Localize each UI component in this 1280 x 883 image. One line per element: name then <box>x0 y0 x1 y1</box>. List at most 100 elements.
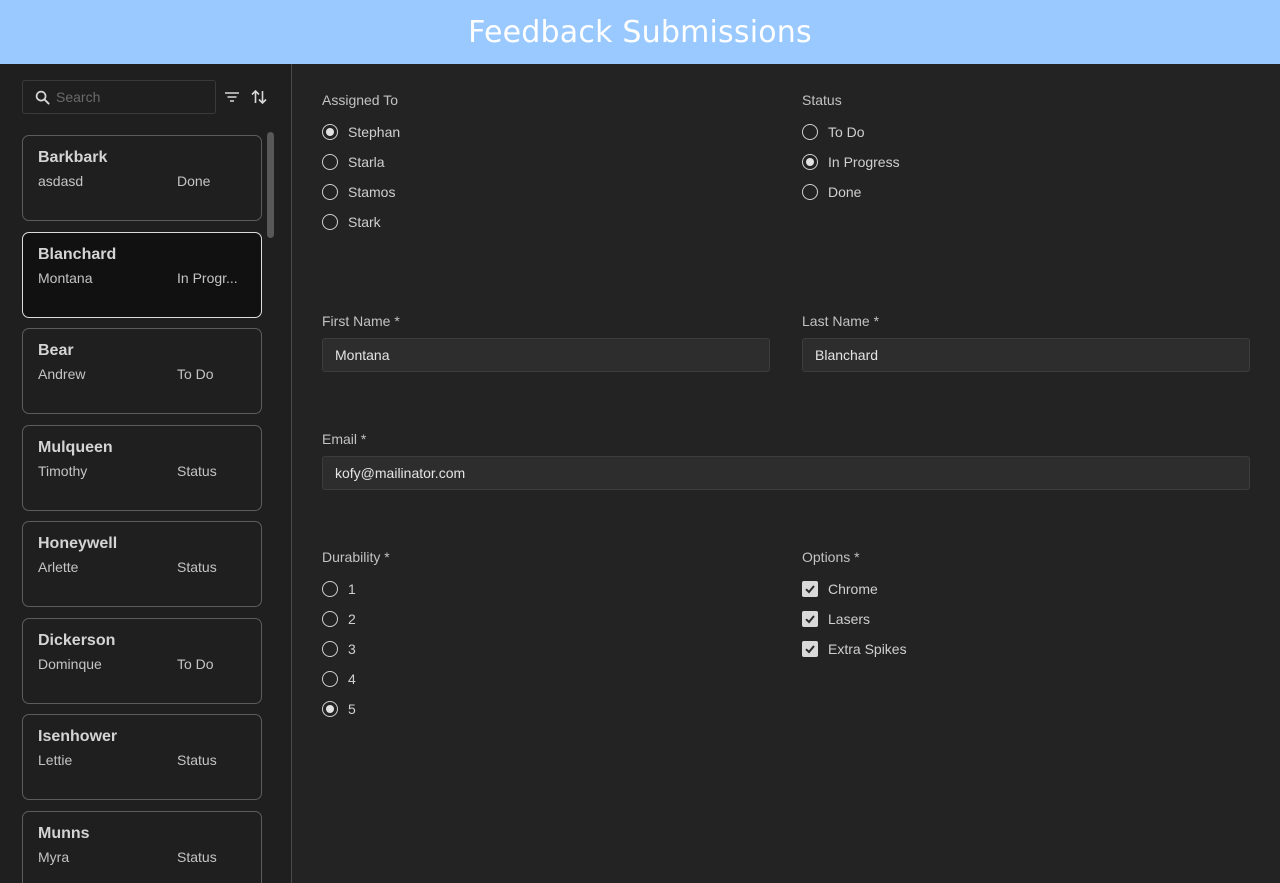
radio-button[interactable] <box>322 671 338 687</box>
page-title: Feedback Submissions <box>468 14 812 50</box>
first-name-input[interactable] <box>335 347 769 363</box>
radio-button[interactable] <box>322 581 338 597</box>
sort-icon[interactable] <box>250 88 268 106</box>
radio-button[interactable] <box>322 701 338 717</box>
status-option-label: Done <box>828 184 862 200</box>
card-first-name: asdasd <box>38 173 84 189</box>
card-status: To Do <box>177 366 214 382</box>
checkmark-icon <box>805 645 815 654</box>
card-status: Done <box>177 173 211 189</box>
durability-option-label: 2 <box>348 611 356 627</box>
durability-option[interactable]: 1 <box>322 579 356 599</box>
card-last-name: Munns <box>38 824 90 842</box>
radio-button[interactable] <box>322 611 338 627</box>
assigned-to-option[interactable]: Stephan <box>322 122 400 142</box>
status-option-label: In Progress <box>828 154 900 170</box>
search-box[interactable] <box>22 80 216 114</box>
checkbox[interactable] <box>802 611 818 627</box>
submission-card[interactable]: Bear Andrew To Do <box>22 328 262 414</box>
last-name-input[interactable] <box>815 347 1249 363</box>
card-last-name: Honeywell <box>38 535 118 552</box>
radio-selected-dot <box>806 158 814 166</box>
card-first-name: Timothy <box>38 462 88 479</box>
checkbox[interactable] <box>802 581 818 597</box>
radio-selected-dot <box>326 128 334 136</box>
card-first-name: Dominque <box>38 655 102 672</box>
assigned-to-option-label: Stephan <box>348 124 401 140</box>
status-option[interactable]: Done <box>802 182 861 202</box>
checkmark-icon <box>805 615 815 624</box>
option-checkbox-row[interactable]: Lasers <box>802 609 870 629</box>
checkbox[interactable] <box>802 641 818 657</box>
radio-button[interactable] <box>802 124 818 140</box>
submission-card[interactable]: Barkbark asdasd Done <box>22 135 262 221</box>
submission-card[interactable]: Munns Myra Status <box>22 810 262 883</box>
option-label: Lasers <box>828 611 871 627</box>
first-name-field[interactable] <box>322 338 770 372</box>
options-label: Options * <box>802 549 860 565</box>
card-status: Status <box>177 848 217 865</box>
status-label: Status <box>802 92 842 108</box>
first-name-label: First Name * <box>322 313 400 329</box>
email-input[interactable] <box>335 465 1249 481</box>
durability-label: Durability * <box>322 549 390 565</box>
assigned-to-option-label: Stark <box>348 214 381 230</box>
assigned-to-option[interactable]: Starla <box>322 152 385 172</box>
submission-card[interactable]: Blanchard Montana In Progr... <box>22 231 262 318</box>
app-header: Feedback Submissions <box>0 0 1280 64</box>
durability-option[interactable]: 5 <box>322 699 356 719</box>
submission-card[interactable]: Dickerson Dominque To Do <box>22 617 262 704</box>
durability-option-label: 3 <box>348 641 356 657</box>
radio-button[interactable] <box>802 184 818 200</box>
status-option[interactable]: In Progress <box>802 152 900 172</box>
sidebar-scrollbar[interactable] <box>267 132 274 238</box>
durability-option-label: 4 <box>348 671 356 687</box>
card-first-name: Myra <box>38 848 70 865</box>
card-last-name: Bear <box>38 342 74 359</box>
card-first-name: Montana <box>38 269 93 286</box>
radio-button[interactable] <box>322 641 338 657</box>
status-option[interactable]: To Do <box>802 122 865 142</box>
durability-option-label: 5 <box>348 701 356 717</box>
card-last-name: Isenhower <box>38 728 118 745</box>
assigned-to-label: Assigned To <box>322 92 399 108</box>
assigned-to-option[interactable]: Stark <box>322 212 381 232</box>
last-name-field[interactable] <box>802 338 1250 372</box>
durability-option[interactable]: 2 <box>322 609 356 629</box>
email-field[interactable] <box>322 456 1250 490</box>
radio-button[interactable] <box>802 154 818 170</box>
card-last-name: Barkbark <box>38 149 108 166</box>
assigned-to-option-label: Stamos <box>348 184 396 200</box>
option-checkbox-row[interactable]: Extra Spikes <box>802 639 907 659</box>
email-label: Email * <box>322 431 367 447</box>
last-name-label: Last Name * <box>802 313 880 329</box>
card-status: Status <box>177 462 217 479</box>
radio-button[interactable] <box>322 184 338 200</box>
assigned-to-option-label: Starla <box>348 154 385 170</box>
card-first-name: Arlette <box>38 559 79 575</box>
card-last-name: Blanchard <box>38 245 117 263</box>
durability-option[interactable]: 3 <box>322 639 356 659</box>
durability-option[interactable]: 4 <box>322 669 356 689</box>
submission-card[interactable]: Isenhower Lettie Status <box>22 714 262 800</box>
submission-form: Assigned To Stephan Starla Stamos Stark Sta… <box>293 64 1280 883</box>
option-label: Chrome <box>828 581 878 597</box>
submission-card[interactable]: Mulqueen Timothy Status <box>22 424 262 511</box>
card-status: Status <box>177 559 217 575</box>
radio-selected-dot <box>326 705 334 713</box>
radio-button[interactable] <box>322 124 338 140</box>
filter-icon[interactable] <box>224 90 240 104</box>
card-first-name: Andrew <box>38 366 86 382</box>
card-status: In Progr... <box>177 269 238 286</box>
card-last-name: Dickerson <box>38 631 116 649</box>
option-checkbox-row[interactable]: Chrome <box>802 579 878 599</box>
radio-button[interactable] <box>322 154 338 170</box>
assigned-to-option[interactable]: Stamos <box>322 182 395 202</box>
option-label: Extra Spikes <box>828 641 907 657</box>
submission-card[interactable]: Honeywell Arlette Status <box>22 521 262 607</box>
radio-button[interactable] <box>322 214 338 230</box>
search-icon <box>35 90 50 105</box>
durability-option-label: 1 <box>348 581 356 597</box>
checkmark-icon <box>805 585 815 594</box>
search-input[interactable] <box>56 89 206 105</box>
